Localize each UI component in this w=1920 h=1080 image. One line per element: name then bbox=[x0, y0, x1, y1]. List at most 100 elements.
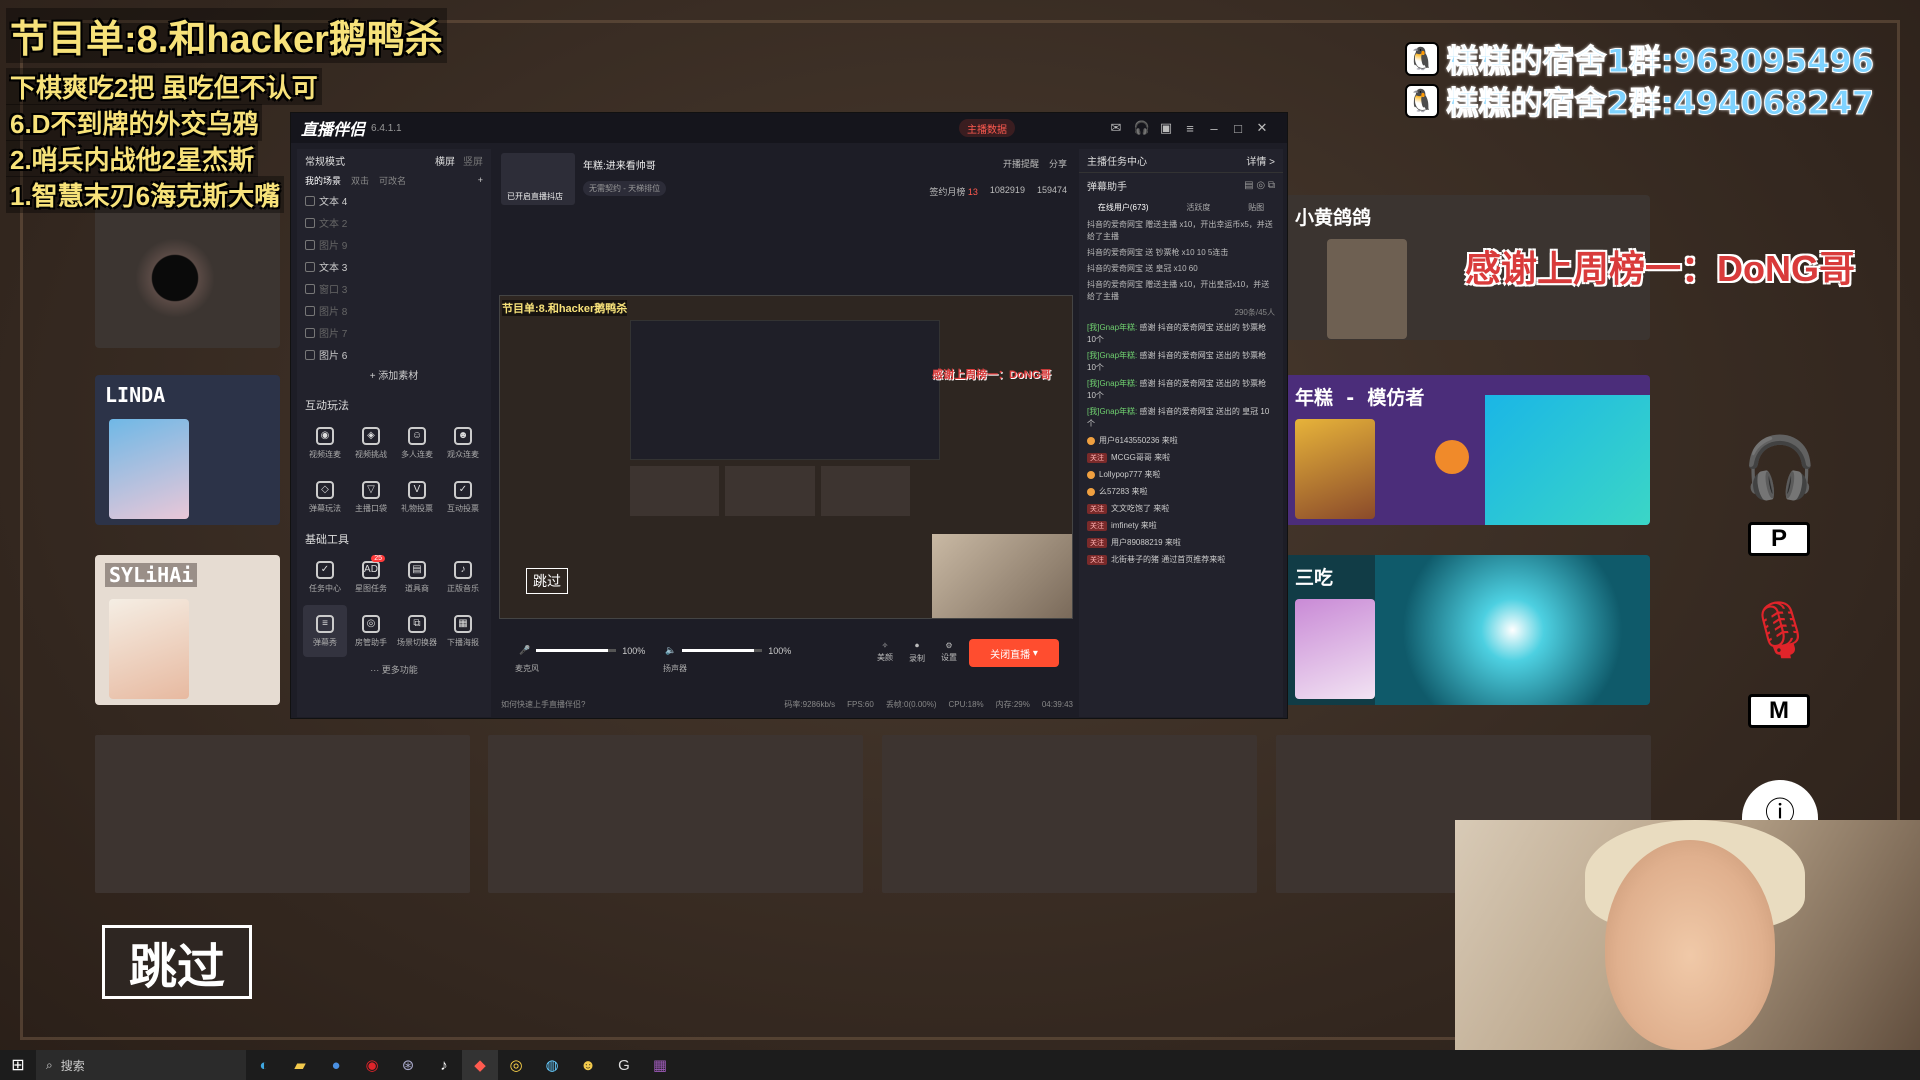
tab-online-users[interactable]: 在线用户(673) bbox=[1098, 202, 1149, 213]
speaker-volume[interactable]: 🔈 100% bbox=[665, 645, 791, 656]
folder-icon[interactable]: ▰ bbox=[282, 1050, 318, 1080]
danmu-tools[interactable]: ▤ ◎ ⧉ bbox=[1244, 180, 1275, 191]
app-icon[interactable]: ◍ bbox=[534, 1050, 570, 1080]
tool-interactive-vote[interactable]: ✓ 互动投票 bbox=[441, 471, 485, 523]
detail-link[interactable]: 详情 > bbox=[1246, 153, 1275, 168]
landscape-toggle[interactable]: 横屏 bbox=[435, 153, 455, 168]
app-icon[interactable]: G bbox=[606, 1050, 642, 1080]
app-icon[interactable]: ▦ bbox=[642, 1050, 678, 1080]
record-button[interactable]: ⏺ 录制 bbox=[909, 641, 925, 664]
help-link[interactable]: 如何快速上手直播伴侣? bbox=[501, 699, 585, 710]
share-button[interactable]: 分享 bbox=[1049, 157, 1067, 170]
mic-muted-icon[interactable]: 🎙 bbox=[1740, 585, 1820, 675]
goose-game-icon[interactable]: ☻ bbox=[570, 1050, 606, 1080]
tool-music[interactable]: ♪ 正版音乐 bbox=[441, 551, 485, 603]
scene-item[interactable]: 文本 2 bbox=[297, 211, 491, 233]
end-live-button[interactable]: 关闭直播 ▾ bbox=[969, 639, 1059, 667]
tool-task-center[interactable]: ✓ 任务中心 bbox=[303, 551, 347, 603]
stream-preview[interactable]: 节目单:8.和hacker鹅鸭杀 感谢上周榜一：DoNG哥 跳过 bbox=[499, 295, 1073, 619]
douyin-icon[interactable]: ♪ bbox=[426, 1050, 462, 1080]
gift-message: 抖音的爱奇网宝 赠送主播 x10，开出皇冠x10，并送给了主播 bbox=[1087, 280, 1270, 301]
program-line: 2.哨兵内战他2星杰斯 bbox=[6, 140, 259, 177]
scene-item[interactable]: 图片 6 bbox=[297, 343, 491, 365]
app-icon[interactable]: ◎ bbox=[498, 1050, 534, 1080]
preview-webcam bbox=[932, 534, 1072, 618]
tool-offline-poster[interactable]: ▦ 下播海报 bbox=[441, 605, 485, 657]
headset-icon[interactable]: 🎧 bbox=[1133, 119, 1151, 137]
basic-section-title: 基础工具 bbox=[305, 534, 349, 546]
browser-icon[interactable]: ● bbox=[318, 1050, 354, 1080]
tool-video-link[interactable]: ◉ 视频连麦 bbox=[303, 417, 347, 469]
cube-icon: ◇ bbox=[316, 480, 334, 499]
player-card-linda[interactable]: LINDA bbox=[95, 375, 280, 525]
mic-slider[interactable] bbox=[536, 649, 617, 652]
player-card-sanchi[interactable]: 三吃 bbox=[1285, 555, 1650, 705]
room-category[interactable]: 无需契约 - 天梯排位 bbox=[583, 181, 667, 196]
tab-stickers[interactable]: 贴图 bbox=[1248, 202, 1264, 213]
mode-dropdown[interactable]: 常规模式 bbox=[305, 153, 345, 168]
scene-item[interactable]: 图片 9 bbox=[297, 233, 491, 255]
tool-gift-vote[interactable]: V 礼物投票 bbox=[395, 471, 439, 523]
basic-tools: ✓ 任务中心 AD 星图任务 25 ▤ 道具商 ♪ 正版音乐 ≡ 弹幕秀 ◎ 房管助手 ⧉ 场景… bbox=[297, 551, 491, 657]
beauty-button[interactable]: ✧ 美颜 bbox=[877, 641, 893, 663]
thanks-banner: 感谢上周榜一：DoNG哥 bbox=[1465, 248, 1855, 289]
scene-item[interactable]: 图片 7 bbox=[297, 321, 491, 343]
add-material-button[interactable]: + 添加素材 bbox=[297, 365, 491, 389]
minimize-icon[interactable]: – bbox=[1205, 119, 1223, 137]
menu-icon[interactable]: ≡ bbox=[1181, 119, 1199, 137]
scene-item[interactable]: 文本 3 bbox=[297, 255, 491, 277]
maximize-icon[interactable]: □ bbox=[1229, 119, 1247, 137]
danmu-header: 弹幕助手 ▤ ◎ ⧉ bbox=[1079, 173, 1283, 197]
steam-icon[interactable]: ⊛ bbox=[390, 1050, 426, 1080]
sign-rank[interactable]: 签约月榜 13 bbox=[929, 185, 978, 198]
player-card-top-left bbox=[95, 200, 280, 348]
tool-danmu-game[interactable]: ◇ 弹幕玩法 bbox=[303, 471, 347, 523]
scene-item[interactable]: 图片 8 bbox=[297, 299, 491, 321]
windows-start-icon[interactable]: ⊞ bbox=[0, 1050, 36, 1080]
likes-count: 1082919 bbox=[989, 185, 1025, 195]
portrait-toggle[interactable]: 竖屏 bbox=[463, 153, 483, 168]
memory: 内存:29% bbox=[995, 699, 1030, 709]
settings-button[interactable]: ⚙ 设置 bbox=[941, 641, 957, 663]
more-functions-button[interactable]: ··· 更多功能 bbox=[297, 663, 491, 676]
mode-header: 常规模式 横屏 竖屏 bbox=[297, 149, 491, 171]
headphones-icon[interactable]: 🎧 bbox=[1740, 430, 1820, 505]
scene-item[interactable]: 文本 4 bbox=[297, 189, 491, 211]
player-card-sylihai[interactable]: SYLiHAi bbox=[95, 555, 280, 705]
player-card-niangao[interactable]: 年糕 - 模仿者 bbox=[1285, 375, 1650, 525]
role-banner bbox=[1485, 395, 1650, 525]
tool-audience-link[interactable]: ☻ 观众连麦 bbox=[441, 417, 485, 469]
tool-video-challenge[interactable]: ◈ 视频挑战 bbox=[349, 417, 393, 469]
mic-volume[interactable]: 🎤 100% bbox=[519, 645, 645, 656]
message-icon[interactable]: ✉ bbox=[1107, 119, 1125, 137]
empty-player-slot bbox=[95, 735, 470, 893]
tool-host-pocket[interactable]: ▽ 主播口袋 bbox=[349, 471, 393, 523]
task-icon: ✓ bbox=[316, 560, 334, 579]
netease-icon[interactable]: ◉ bbox=[354, 1050, 390, 1080]
speaker-slider[interactable] bbox=[682, 649, 763, 652]
player-name: 年糕 - 模仿者 bbox=[1295, 387, 1425, 409]
live-reminder-button[interactable]: 开播提醒 bbox=[1003, 157, 1039, 170]
tab-hint: 可改名 bbox=[379, 175, 407, 186]
close-icon[interactable]: ✕ bbox=[1253, 119, 1271, 137]
search-placeholder: 搜索 bbox=[60, 1058, 85, 1073]
skip-button[interactable]: 跳过 bbox=[102, 925, 252, 999]
live-companion-icon[interactable]: ◆ bbox=[462, 1050, 498, 1080]
tool-danmu-show[interactable]: ≡ 弹幕秀 bbox=[303, 605, 347, 657]
tool-props[interactable]: ▤ 道具商 bbox=[395, 551, 439, 603]
tool-scene-switcher[interactable]: ⧉ 场景切换器 bbox=[395, 605, 439, 657]
tab-activity[interactable]: 活跃度 bbox=[1186, 202, 1210, 213]
add-scene-icon[interactable]: + bbox=[478, 175, 483, 185]
scene-item[interactable]: 窗口 3 bbox=[297, 277, 491, 299]
tool-multi-link[interactable]: ☺ 多人连麦 bbox=[395, 417, 439, 469]
streamer-app-window: 直播伴侣 6.4.1.1 主播数据 ✉ 🎧 ▣ ≡ – □ ✕ 常规模式 横屏 … bbox=[290, 112, 1288, 719]
window-icon[interactable]: ▣ bbox=[1157, 119, 1175, 137]
edge-icon[interactable]: ◐ bbox=[246, 1050, 282, 1080]
tool-star-task[interactable]: AD 星图任务 25 bbox=[349, 551, 393, 603]
tool-room-admin[interactable]: ◎ 房管助手 bbox=[349, 605, 393, 657]
taskbar-search[interactable]: ⌕ 搜索 bbox=[36, 1050, 246, 1080]
tab-my-scene[interactable]: 我的场景 bbox=[305, 174, 341, 187]
empty-player-slot bbox=[488, 735, 863, 893]
live-data-button[interactable]: 主播数据 bbox=[959, 119, 1015, 137]
room-title[interactable]: 年糕:进来看帅哥 bbox=[583, 157, 656, 172]
